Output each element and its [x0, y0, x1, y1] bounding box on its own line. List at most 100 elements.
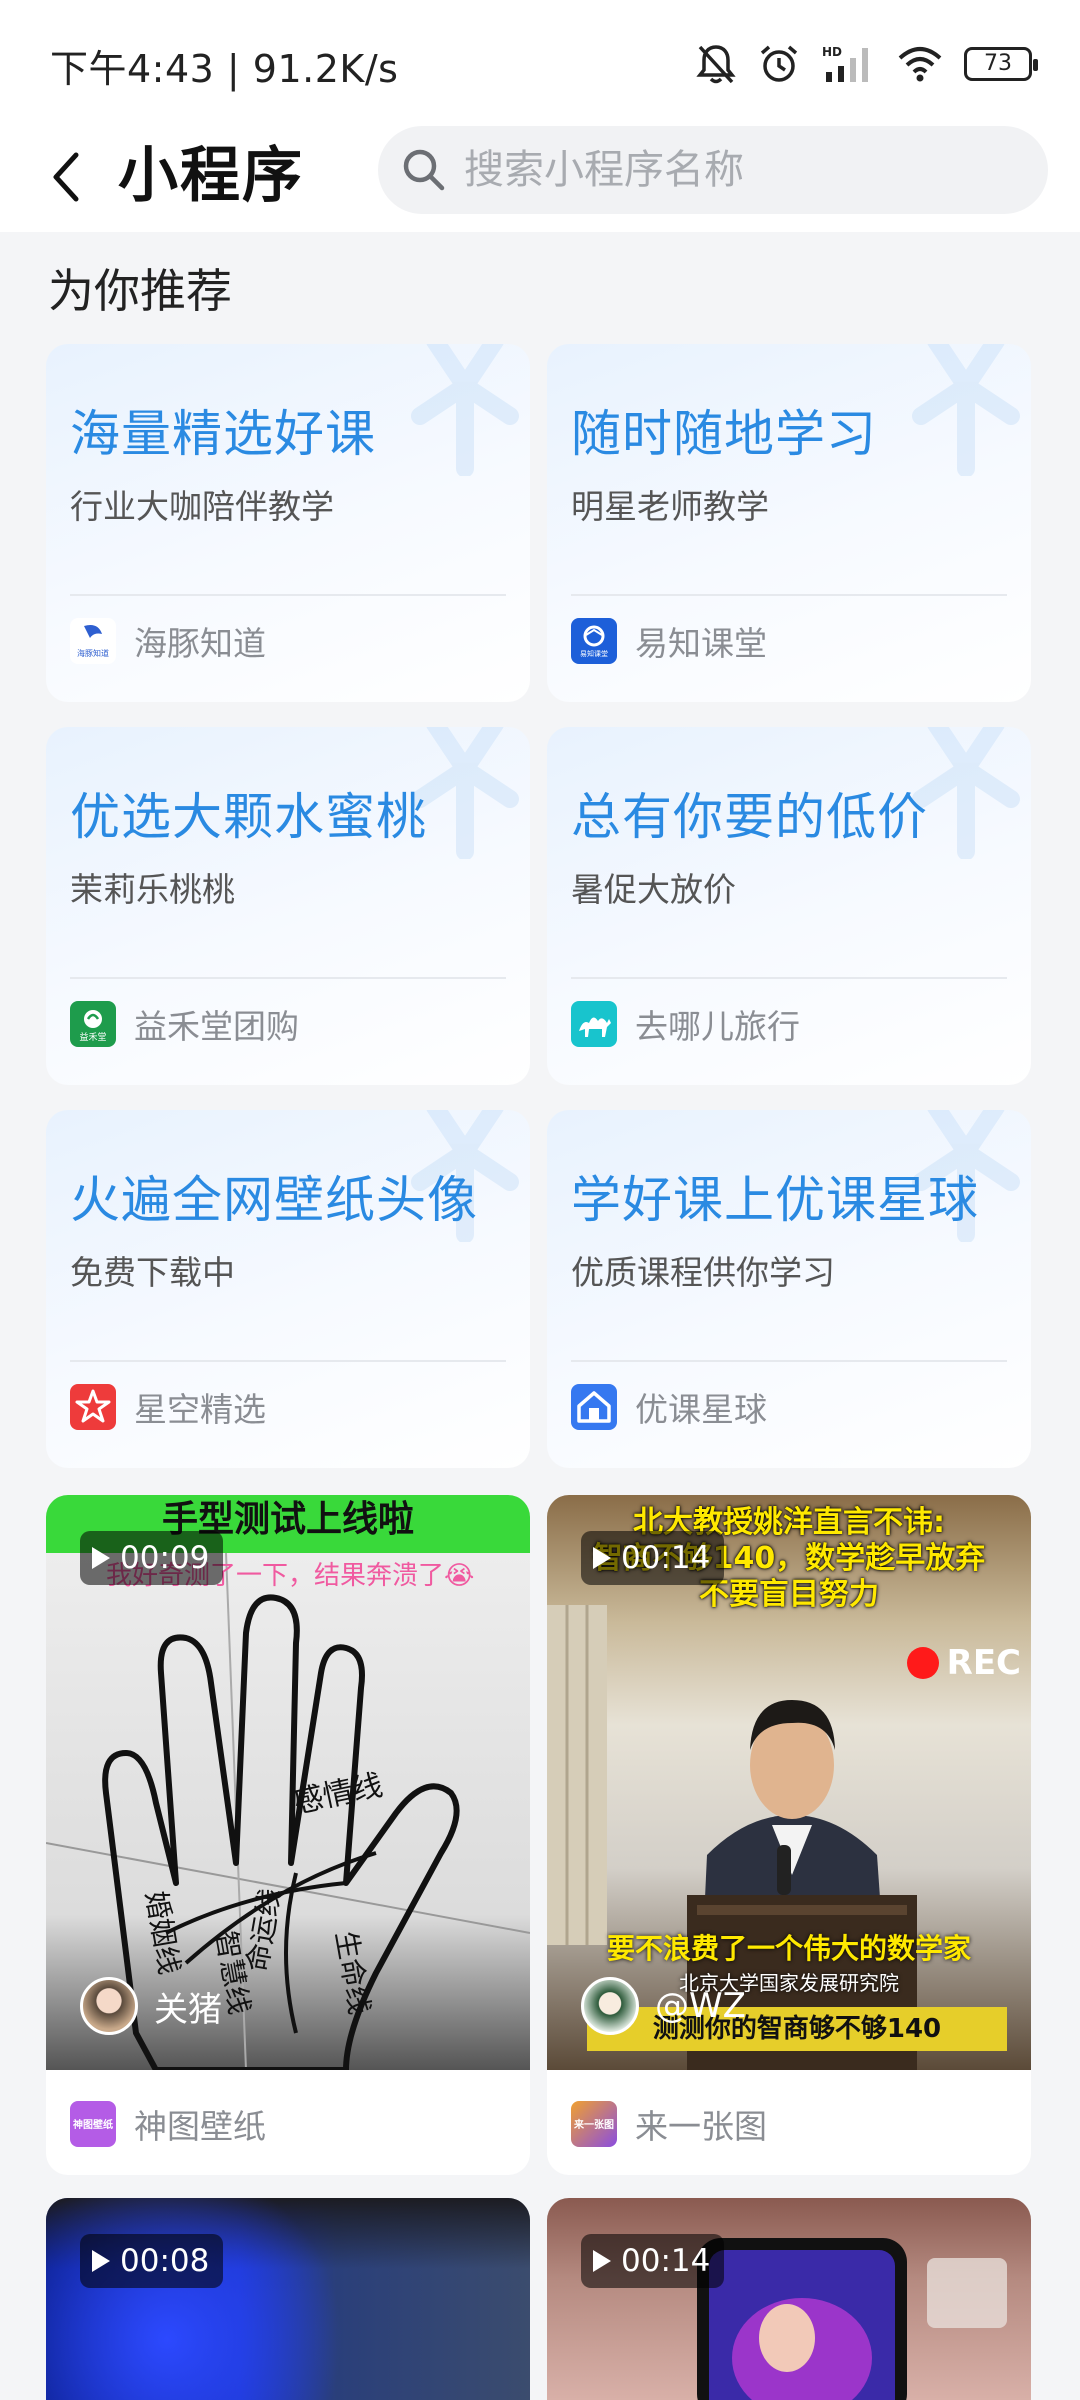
duration-text: 00:14 — [621, 2243, 711, 2279]
author[interactable]: @WZ — [581, 1976, 746, 2036]
divider — [70, 1360, 506, 1362]
phone-art — [697, 2238, 1007, 2400]
rec-card[interactable]: 学好课上优课星球 优质课程供你学习 优课星球 — [547, 1110, 1031, 1468]
avatar — [80, 1977, 138, 2035]
svg-text:HD: HD — [822, 45, 842, 59]
video-app: 神图壁纸 神图壁纸 — [70, 2099, 266, 2149]
svg-text:神图壁纸: 神图壁纸 — [73, 2118, 113, 2131]
video-thumbnail[interactable]: 感情线 婚姻线 智慧线 命运线 生命线 手型测试上线啦 我好奇测了一下，结果奔溃… — [46, 1495, 530, 2070]
signal-icon: HD — [822, 45, 868, 82]
app-name: 优课星球 — [635, 1390, 767, 1429]
camel-app-icon — [571, 1001, 617, 1047]
app-name: 海豚知道 — [134, 624, 266, 663]
wifi-icon — [898, 47, 942, 82]
video-thumbnail[interactable]: 北大教授姚洋直言不讳: 智商不够140，数学趁早放弃 不要盲目努力 REC 要不… — [547, 1495, 1031, 2070]
duration-badge: 00:14 — [581, 2234, 725, 2288]
duration-text: 00:09 — [120, 1540, 210, 1576]
author-name: 关猪 — [154, 1989, 222, 2030]
rec-subtitle: 暑促大放价 — [571, 870, 736, 909]
status-time-speed: 下午4:43 | 91.2K/s — [50, 47, 399, 91]
duration-badge: 00:09 — [80, 1531, 224, 1585]
rec-card[interactable]: 总有你要的低价 暑促大放价 去哪儿旅行 — [547, 727, 1031, 1085]
divider — [571, 977, 1007, 979]
rec-title: 海量精选好课 — [70, 405, 376, 463]
house-app-icon — [571, 1384, 617, 1430]
divider — [70, 594, 506, 596]
app-name: 来一张图 — [635, 2107, 767, 2146]
duration-text: 00:14 — [621, 1540, 711, 1576]
laiyizhangtu-app-icon: 来一张图 — [571, 2101, 617, 2147]
play-icon — [92, 2250, 110, 2272]
dolphin-app-icon: 海豚知道 — [70, 618, 116, 664]
rec-subtitle: 免费下载中 — [70, 1253, 235, 1292]
video-card[interactable]: 00:14 — [547, 2198, 1031, 2400]
video-card[interactable]: 北大教授姚洋直言不讳: 智商不够140，数学趁早放弃 不要盲目努力 REC 要不… — [547, 1495, 1031, 2175]
status-icons: HD 73 — [696, 40, 1038, 88]
svg-text:生命线: 生命线 — [329, 1928, 376, 2016]
rec-app: 易知课堂 易知课堂 — [571, 618, 767, 664]
rec-app: 益禾堂 益禾堂团购 — [70, 1001, 299, 1047]
rec-title: 优选大颗水蜜桃 — [70, 788, 427, 846]
rec-title: 学好课上优课星球 — [571, 1171, 979, 1229]
rec-card[interactable]: 火遍全网壁纸头像 免费下载中 星空精选 — [46, 1110, 530, 1468]
rec-card[interactable]: 优选大颗水蜜桃 茉莉乐桃桃 益禾堂 益禾堂团购 — [46, 727, 530, 1085]
rec-title: 总有你要的低价 — [571, 788, 928, 846]
blurred-screen-art — [46, 2198, 530, 2400]
decoration-icon — [912, 344, 1020, 476]
svg-text:易知课堂: 易知课堂 — [580, 649, 608, 658]
play-icon — [92, 1547, 110, 1569]
svg-text:命运线: 命运线 — [240, 1886, 287, 1974]
play-icon — [593, 1547, 611, 1569]
app-name: 神图壁纸 — [134, 2107, 266, 2146]
rec-label: REC — [946, 1643, 1021, 1683]
mute-bell-icon — [696, 45, 736, 84]
search-input[interactable] — [464, 126, 1024, 214]
rec-indicator: REC — [906, 1643, 1021, 1683]
duration-text: 00:08 — [120, 2243, 210, 2279]
rec-title: 火遍全网壁纸头像 — [70, 1171, 478, 1229]
svg-text:来一张图: 来一张图 — [573, 2118, 614, 2131]
star-app-icon — [70, 1384, 116, 1430]
alarm-icon — [760, 45, 798, 82]
author-name: @WZ — [655, 1986, 746, 2026]
video-card[interactable]: 00:08 — [46, 2198, 530, 2400]
shentu-app-icon: 神图壁纸 — [70, 2101, 116, 2147]
status-bar: 下午4:43 | 91.2K/s HD 73 — [0, 0, 1080, 120]
video-card[interactable]: 感情线 婚姻线 智慧线 命运线 生命线 手型测试上线啦 我好奇测了一下，结果奔溃… — [46, 1495, 530, 2175]
rec-subtitle: 茉莉乐桃桃 — [70, 870, 235, 909]
rec-card[interactable]: 随时随地学习 明星老师教学 易知课堂 易知课堂 — [547, 344, 1031, 702]
rec-subtitle: 行业大咖陪伴教学 — [70, 487, 334, 526]
video-thumbnail[interactable]: 00:14 — [547, 2198, 1031, 2400]
back-button[interactable] — [36, 142, 96, 212]
page-header: 小程序 — [0, 120, 1080, 232]
app-name: 去哪儿旅行 — [635, 1007, 800, 1046]
svg-text:海豚知道: 海豚知道 — [77, 648, 109, 658]
search-bar[interactable] — [378, 126, 1048, 214]
video-thumbnail[interactable]: 00:08 — [46, 2198, 530, 2400]
play-icon — [593, 2250, 611, 2272]
record-dot-icon — [906, 1647, 939, 1679]
svg-text:婚姻线: 婚姻线 — [139, 1888, 186, 1976]
search-icon — [403, 149, 445, 191]
decoration-icon — [411, 344, 519, 476]
rec-subtitle: 明星老师教学 — [571, 487, 769, 526]
video-app: 来一张图 来一张图 — [571, 2099, 767, 2149]
author[interactable]: 关猪 — [80, 1976, 222, 2036]
rec-app: 星空精选 — [70, 1384, 266, 1430]
page-title: 小程序 — [118, 141, 304, 211]
rec-card[interactable]: 海量精选好课 行业大咖陪伴教学 海豚知道 海豚知道 — [46, 344, 530, 702]
rec-app: 海豚知道 海豚知道 — [70, 618, 266, 664]
battery-indicator: 73 — [964, 47, 1038, 81]
rec-subtitle: 优质课程供你学习 — [571, 1253, 835, 1292]
app-name: 益禾堂团购 — [134, 1007, 299, 1046]
rec-title: 随时随地学习 — [571, 405, 877, 463]
divider — [571, 594, 1007, 596]
app-name: 星空精选 — [134, 1390, 266, 1429]
divider — [571, 1360, 1007, 1362]
chevron-left-icon — [53, 152, 79, 202]
rec-app: 优课星球 — [571, 1384, 767, 1430]
duration-badge: 00:14 — [581, 1531, 725, 1585]
rec-app: 去哪儿旅行 — [571, 1001, 800, 1047]
yizhi-app-icon: 易知课堂 — [571, 618, 617, 664]
yihetang-app-icon: 益禾堂 — [70, 1001, 116, 1047]
